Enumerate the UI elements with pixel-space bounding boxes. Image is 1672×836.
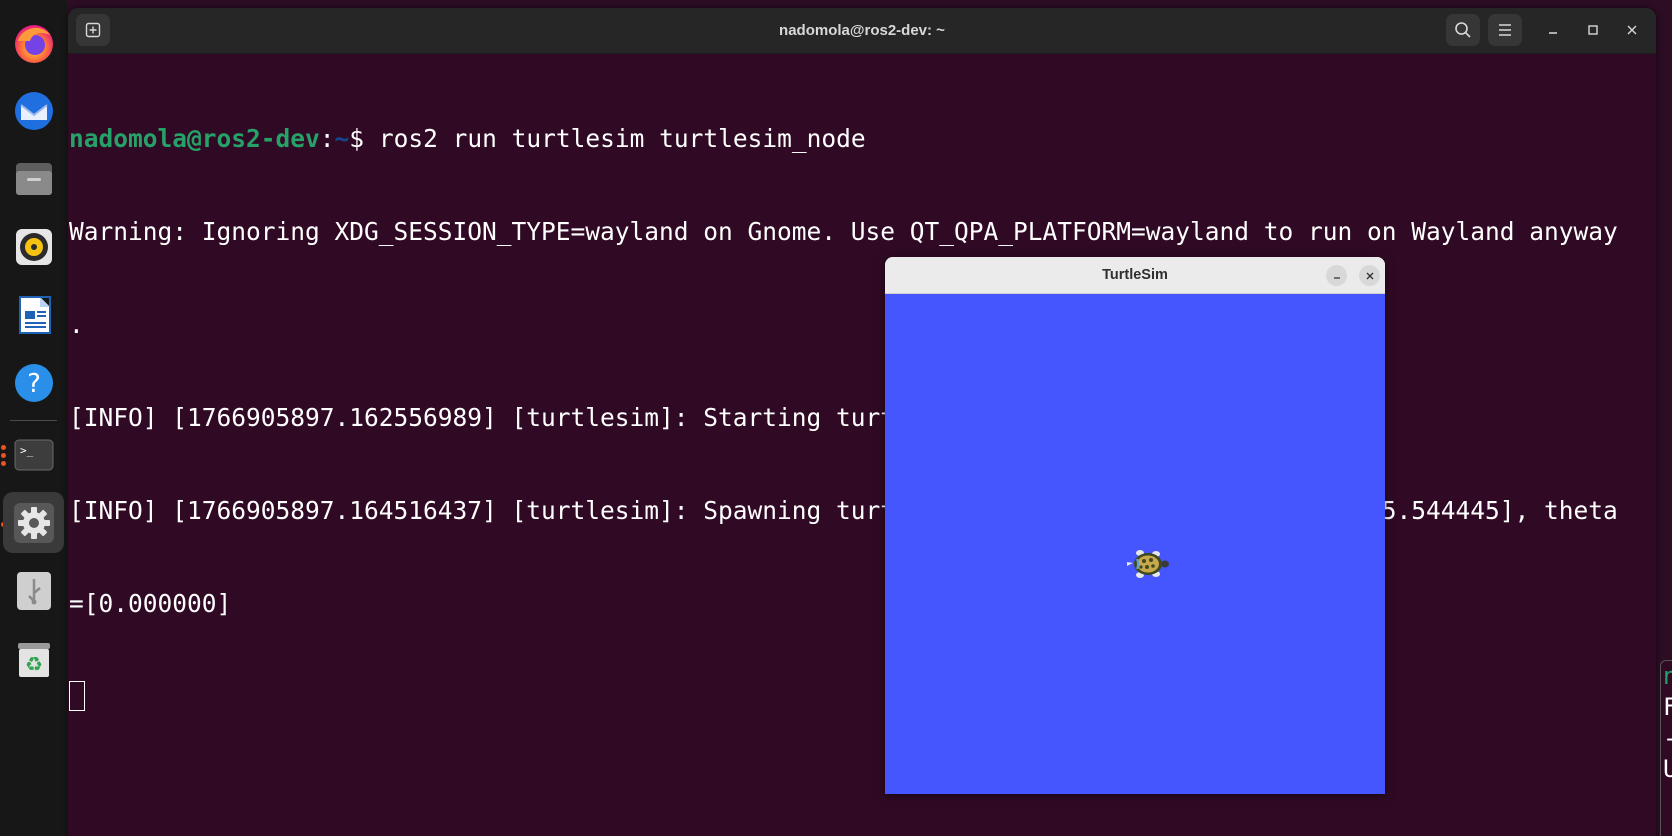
maximize-button[interactable] [1581, 18, 1605, 42]
dock-item-usb[interactable] [3, 560, 64, 621]
files-icon [15, 162, 52, 195]
turtlesim-minimize-button[interactable] [1326, 265, 1347, 286]
output-line: [INFO] [1766905897.164516437] [turtlesim… [69, 496, 1618, 525]
close-icon [1366, 272, 1373, 279]
prompt-separator: : [319, 124, 335, 153]
terminal-headerbar: nadomola@ros2-dev: ~ [68, 8, 1656, 54]
edge-line: - [1661, 723, 1672, 754]
help-icon-glyph: ? [27, 369, 41, 399]
help-icon: ? [14, 363, 53, 402]
terminal-window[interactable]: nadomola@ros2-dev: ~ nadomola@ros2-dev:~… [68, 8, 1656, 836]
prompt-symbol: $ [349, 124, 379, 153]
rhythmbox-icon [15, 228, 52, 265]
libreoffice-writer-icon [18, 295, 51, 334]
search-icon [1455, 22, 1471, 38]
terminal-output[interactable]: nadomola@ros2-dev:~$ ros2 run turtlesim … [69, 61, 1639, 774]
dock-item-writer[interactable] [3, 284, 64, 345]
turtlesim-window[interactable]: TurtleSim [885, 257, 1385, 794]
firefox-icon [14, 24, 53, 63]
dock-item-firefox[interactable] [3, 12, 64, 73]
terminal-title: nadomola@ros2-dev: ~ [779, 22, 945, 39]
turtlesim-titlebar[interactable]: TurtleSim [885, 257, 1385, 294]
dock-item-thunderbird[interactable] [3, 80, 64, 141]
dock-item-settings[interactable] [3, 492, 64, 553]
dock: ? >_ ♻ [0, 0, 67, 836]
output-line: [INFO] [1766905897.162556989] [turtlesim… [69, 403, 1353, 432]
dock-item-rhythmbox[interactable] [3, 216, 64, 277]
menu-button[interactable] [1488, 14, 1522, 46]
trash-icon: ♻ [17, 642, 50, 677]
prompt-path: ~ [334, 124, 350, 153]
prompt-command: ros2 run turtlesim turtlesim_node [378, 124, 866, 153]
dock-item-files[interactable] [3, 148, 64, 209]
desktop: ? >_ ♻ nadomola@ros2-dev: ~ nadomola@ros… [0, 0, 1672, 836]
thunderbird-icon [14, 91, 53, 130]
output-line: . [69, 310, 84, 339]
close-icon [1627, 25, 1637, 35]
terminal-cursor [69, 681, 85, 711]
output-line: Warning: Ignoring XDG_SESSION_TYPE=wayla… [69, 217, 1618, 246]
search-button[interactable] [1446, 14, 1480, 46]
background-terminal-edge[interactable]: n F - U [1660, 660, 1672, 836]
output-line: =[0.000000] [69, 589, 232, 618]
dock-item-terminal[interactable]: >_ [3, 424, 64, 485]
minimize-icon [1333, 276, 1340, 279]
dock-item-trash[interactable]: ♻ [3, 628, 64, 689]
terminal-icon-glyph: >_ [20, 444, 34, 457]
minimize-button[interactable] [1541, 18, 1565, 42]
turtlesim-canvas [885, 294, 1385, 794]
trash-icon-glyph: ♻ [25, 652, 43, 676]
cursor-line [69, 681, 1639, 712]
close-button[interactable] [1620, 18, 1644, 42]
edge-line: U [1661, 754, 1672, 785]
dock-item-help[interactable]: ? [3, 352, 64, 413]
prompt-line: nadomola@ros2-dev:~$ ros2 run turtlesim … [69, 123, 1639, 154]
turtle-icon [1127, 550, 1169, 578]
terminal-icon: >_ [14, 439, 53, 470]
minimize-icon [1549, 32, 1557, 34]
hamburger-menu-icon [1499, 24, 1511, 36]
usb-drive-icon [16, 571, 51, 610]
turtlesim-title: TurtleSim [1102, 267, 1168, 283]
turtlesim-close-button[interactable] [1359, 265, 1380, 286]
prompt-user-host: nadomola@ros2-dev [69, 124, 320, 153]
maximize-icon [1588, 25, 1598, 35]
dock-separator [10, 420, 57, 421]
edge-line: F [1661, 692, 1672, 723]
settings-icon [13, 502, 54, 543]
edge-line: n [1661, 661, 1672, 692]
